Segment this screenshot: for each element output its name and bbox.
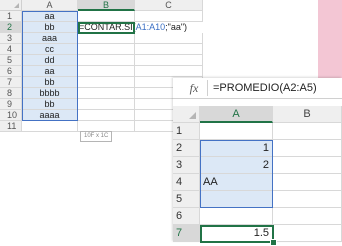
table-row: 7 1.5 [173,225,342,242]
cell-b1[interactable] [273,123,342,140]
formula-range-reference: A1:A10 [135,22,166,32]
row-header[interactable]: 5 [0,55,22,66]
table-row: 1 aa [0,11,203,22]
cell-c3[interactable] [135,33,203,44]
row-header[interactable]: 4 [173,174,200,191]
formula-entry-cell[interactable]: =CONTAR.SI(A1:A10;"aa") [78,22,204,33]
row-header[interactable]: 9 [0,99,22,110]
row-header[interactable]: 11 [0,121,22,132]
cell-a1[interactable] [200,123,273,140]
select-all-corner[interactable] [0,0,22,11]
table-row: 4 cc [0,44,203,55]
table-row: 2 1 [173,140,342,157]
cell-a4[interactable]: cc [22,44,78,55]
row-header[interactable]: 7 [0,77,22,88]
cell-b1[interactable] [78,11,135,22]
cell-a4[interactable]: AA [200,174,273,191]
column-header-row: A B C [0,0,203,11]
cell-b10[interactable] [78,110,135,121]
cell-b4[interactable] [273,174,342,191]
column-header-c[interactable]: C [135,0,203,11]
row-header[interactable]: 6 [173,208,200,225]
table-row: 3 2 [173,157,342,174]
cell-b9[interactable] [78,99,135,110]
row-header[interactable]: 3 [173,157,200,174]
cell-a2[interactable]: 1 [200,140,273,157]
cell-a7[interactable]: 1.5 [200,225,273,242]
cell-a11[interactable] [22,121,78,132]
cell-a5[interactable] [200,191,273,208]
spreadsheet-average: fx =PROMEDIO(A2:A5) A B 1 2 1 3 2 4 AA 5… [173,78,342,246]
table-row: 5 dd [0,55,203,66]
formula-suffix: ;"aa") [165,22,188,32]
cell-b6[interactable] [78,66,135,77]
cell-a6[interactable]: aa [22,66,78,77]
row-header[interactable]: 1 [0,11,22,22]
formula-prefix: =CONTAR.SI( [79,22,136,32]
cell-a2[interactable]: bb [22,22,78,33]
cell-b7[interactable] [78,77,135,88]
table-row: 3 aaa [0,33,203,44]
cell-b7[interactable] [273,225,342,242]
row-header[interactable]: 5 [173,191,200,208]
cell-a10[interactable]: aaaa [22,110,78,121]
row-header[interactable]: 2 [173,140,200,157]
cell-b5[interactable] [273,191,342,208]
function-icon[interactable]: fx [181,80,208,96]
cell-b3[interactable] [273,157,342,174]
cell-b8[interactable] [78,88,135,99]
cell-a6[interactable] [200,208,273,225]
cell-b5[interactable] [78,55,135,66]
fill-handle[interactable] [270,239,277,246]
cell-b4[interactable] [78,44,135,55]
column-header-b[interactable]: B [273,106,342,123]
row-header[interactable]: 6 [0,66,22,77]
row-header[interactable]: 1 [173,123,200,140]
cell-a1[interactable]: aa [22,11,78,22]
cell-a7[interactable]: bb [22,77,78,88]
cell-c1[interactable] [135,11,203,22]
cell-a5[interactable]: dd [22,55,78,66]
cell-c6[interactable] [135,66,203,77]
range-size-tooltip: 10F x 1C [80,131,113,142]
cell-c4[interactable] [135,44,203,55]
select-all-corner[interactable] [173,106,200,123]
cell-b2[interactable] [273,140,342,157]
column-header-a[interactable]: A [200,106,273,123]
row-header[interactable]: 10 [0,110,22,121]
column-header-row: A B [173,106,342,123]
cell-c5[interactable] [135,55,203,66]
formula-bar-input[interactable]: =PROMEDIO(A2:A5) [213,80,317,96]
cell-a3[interactable]: aaa [22,33,78,44]
table-row: 4 AA [173,174,342,191]
table-row: 6 [173,208,342,225]
cell-b3[interactable] [78,33,135,44]
row-header[interactable]: 4 [0,44,22,55]
cell-a3[interactable]: 2 [200,157,273,174]
table-row: 6 aa [0,66,203,77]
row-header[interactable]: 3 [0,33,22,44]
table-row: 5 [173,191,342,208]
cell-a9[interactable]: bb [22,99,78,110]
formula-bar: fx =PROMEDIO(A2:A5) [173,78,342,99]
cell-a8[interactable]: bbbb [22,88,78,99]
table-row: 1 [173,123,342,140]
cell-b6[interactable] [273,208,342,225]
row-header[interactable]: 8 [0,88,22,99]
column-header-b[interactable]: B [78,0,135,11]
column-header-a[interactable]: A [22,0,78,11]
row-header[interactable]: 2 [0,22,22,33]
row-header[interactable]: 7 [173,225,200,242]
